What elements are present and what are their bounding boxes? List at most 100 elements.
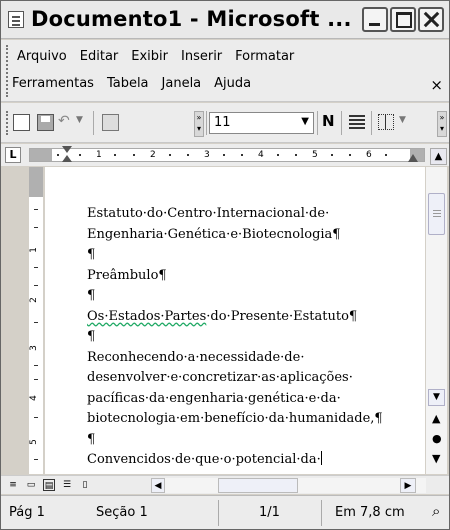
font-size-select[interactable]: 11 ▼: [209, 112, 314, 134]
spelling-status-icon[interactable]: ⌕: [432, 502, 440, 520]
vertical-scroll-thumb[interactable]: [428, 193, 445, 235]
ruler-number: 2: [150, 150, 156, 160]
scroll-up-icon[interactable]: ▲: [430, 148, 447, 165]
scroll-down-icon[interactable]: ▼: [428, 389, 445, 406]
status-divider: [321, 500, 322, 526]
ruler-tick: [169, 154, 171, 156]
normal-view-icon[interactable]: ≡: [7, 479, 19, 491]
ruler-left-margin: [30, 149, 52, 161]
horizontal-ruler-row: L 1 2 3 4 5 6 ▲: [1, 144, 449, 166]
toolbar-grip[interactable]: [6, 111, 9, 135]
ruler-number: 1: [96, 150, 102, 160]
text-line: ¶: [87, 288, 96, 303]
ruler-tick: [277, 154, 279, 156]
window-title: Documento1 - Microsoft ...: [31, 7, 352, 31]
vruler-top-margin: [29, 167, 43, 197]
borders-icon[interactable]: [378, 114, 394, 130]
vruler-number: 3: [28, 345, 39, 351]
standard-toolbar: ↶ ▼ » ▾ 11 ▼ N ▼ » ▾: [1, 103, 449, 143]
ruler-number: 5: [312, 150, 318, 160]
close-document-icon[interactable]: ×: [430, 76, 443, 94]
menu-editar[interactable]: Editar: [80, 49, 119, 64]
tab-selector[interactable]: L: [5, 147, 21, 163]
undo-dropdown-icon[interactable]: ▼: [76, 115, 83, 125]
word-app-icon[interactable]: [8, 11, 24, 28]
ruler-tick: [331, 154, 333, 156]
reading-layout-icon[interactable]: ▯: [79, 479, 91, 491]
left-indent-marker[interactable]: [62, 146, 72, 166]
text-line: pacíficas·da·engenharia·genética·e·da·: [87, 390, 341, 406]
menu-ajuda[interactable]: Ajuda: [214, 76, 251, 91]
menu-ferramentas[interactable]: Ferramentas: [12, 76, 94, 91]
previous-page-icon[interactable]: ▲: [432, 412, 440, 425]
vruler-number: 5: [28, 439, 39, 445]
web-layout-icon[interactable]: ▭: [25, 479, 37, 491]
minimize-icon[interactable]: [362, 7, 388, 32]
vertical-scrollbar[interactable]: ▼ ▲ ● ▼: [426, 167, 447, 474]
menu-inserir[interactable]: Inserir: [181, 49, 222, 64]
text-segment: Convencidos·de·que·o·potencial·da·: [87, 452, 321, 467]
horizontal-scroll-thumb[interactable]: [218, 478, 298, 493]
ruler-tick: [295, 154, 297, 156]
status-divider: [218, 500, 219, 526]
ruler-tick: [385, 154, 387, 156]
menubar-grip[interactable]: [6, 45, 9, 97]
toolbar-separator: [371, 111, 372, 135]
toolbar-separator: [206, 111, 207, 135]
toolbar-overflow-icon[interactable]: » ▾: [437, 111, 447, 137]
ruler-number: 4: [258, 150, 264, 160]
text-line: Reconhecendo·a·necessidade·de·: [87, 349, 305, 365]
scroll-right-icon[interactable]: ▶: [400, 478, 416, 493]
spellcheck-flagged-text[interactable]: Os·Estados·Partes: [87, 309, 206, 324]
borders-dropdown-icon[interactable]: ▼: [399, 115, 406, 125]
vruler-number: 1: [28, 247, 39, 253]
vruler-tick: [34, 379, 38, 380]
toolbar-overflow-icon[interactable]: » ▾: [194, 111, 204, 137]
vruler-tick: [34, 417, 38, 418]
menu-formatar[interactable]: Formatar: [235, 49, 294, 64]
ruler-tick: [223, 154, 225, 156]
text-line-heading: Os·Estados·Partes·do·Presente·Estatuto¶: [87, 307, 417, 328]
new-document-icon[interactable]: [13, 114, 30, 131]
vertical-ruler[interactable]: 1 2 3 4 5: [29, 167, 43, 474]
maximize-icon[interactable]: [390, 7, 416, 32]
browse-object-icon[interactable]: ●: [432, 432, 442, 445]
font-size-value: 11: [214, 115, 231, 130]
status-section: Seção 1: [96, 505, 148, 520]
horizontal-scroll-row: ≡ ▭ ▤ ☰ ▯ ◀ ▶: [1, 475, 449, 494]
menu-exibir[interactable]: Exibir: [131, 49, 168, 64]
word-window: Documento1 - Microsoft ... Arquivo Editar…: [0, 0, 450, 530]
vruler-tick: [34, 322, 38, 323]
ruler-tick: [187, 154, 189, 156]
document-text[interactable]: Estatuto·do·Centro·Internacional·de· Eng…: [87, 204, 417, 471]
text-segment: ·do·Presente·Estatuto¶: [206, 308, 358, 324]
text-line: Engenharia·Genética·e·Biotecnologia¶: [87, 226, 341, 242]
menu-tabela[interactable]: Tabela: [107, 76, 149, 91]
ruler-tick: [57, 154, 59, 156]
right-indent-marker[interactable]: [408, 154, 418, 162]
ruler-number: 6: [366, 150, 372, 160]
title-bar[interactable]: Documento1 - Microsoft ...: [1, 1, 449, 39]
text-cursor: [320, 451, 322, 465]
chevron-down-icon[interactable]: ▼: [301, 116, 309, 127]
menu-arquivo[interactable]: Arquivo: [17, 49, 67, 64]
horizontal-ruler[interactable]: 1 2 3 4 5 6: [29, 146, 425, 162]
outline-view-icon[interactable]: ☰: [61, 479, 73, 491]
document-page[interactable]: Estatuto·do·Centro·Internacional·de· Eng…: [45, 167, 425, 474]
save-icon[interactable]: [37, 114, 54, 131]
close-icon[interactable]: [418, 7, 444, 32]
print-layout-icon[interactable]: ▤: [43, 479, 55, 491]
undo-icon[interactable]: ↶: [58, 113, 70, 129]
align-icon[interactable]: [349, 114, 365, 129]
vruler-tick: [34, 227, 38, 228]
ruler-tick: [133, 154, 135, 156]
text-line: desenvolver·e·concretizar·as·aplicações·: [87, 370, 353, 385]
vruler-tick: [34, 459, 38, 460]
next-page-icon[interactable]: ▼: [432, 452, 440, 465]
scroll-left-icon[interactable]: ◀: [151, 478, 165, 493]
bold-button[interactable]: N: [322, 112, 335, 130]
menu-janela[interactable]: Janela: [162, 76, 202, 91]
research-icon[interactable]: [102, 114, 119, 131]
status-page-count: 1/1: [259, 505, 280, 520]
vruler-tick: [34, 365, 38, 366]
